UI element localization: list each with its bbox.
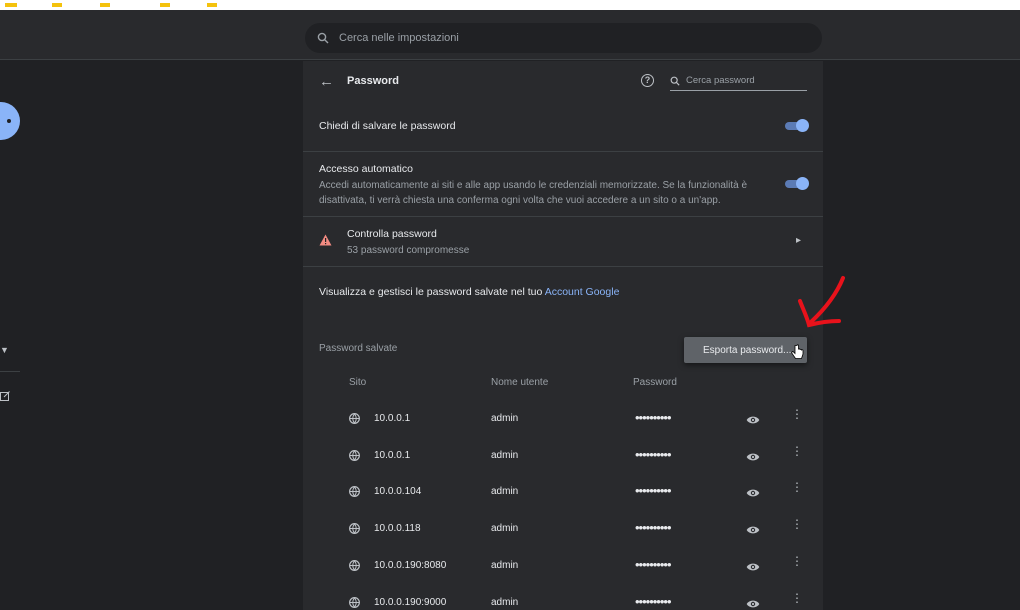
row-site[interactable]: 10.0.0.104 [374, 486, 421, 497]
check-passwords-sub: 53 password compromesse [347, 245, 470, 256]
row-username: admin [491, 596, 519, 608]
offer-to-save-toggle[interactable] [785, 119, 809, 132]
help-icon[interactable]: ? [641, 74, 654, 87]
more-actions-icon[interactable]: ⋮ [791, 592, 803, 604]
bookmark-folder-icon[interactable] [160, 3, 170, 7]
sidebar-divider [0, 371, 20, 372]
row-password-masked: •••••••••• [635, 483, 672, 499]
row-username: admin [491, 413, 519, 424]
column-header-password: Password [633, 377, 677, 388]
chevron-right-icon: ▸ [796, 235, 802, 246]
table-row: 10.0.0.190:9000 admin •••••••••• ⋮ [303, 585, 823, 610]
table-row: 10.0.0.1 admin •••••••••• ⋮ [303, 401, 823, 438]
show-password-eye-icon[interactable] [746, 486, 760, 501]
row-username: admin [491, 523, 519, 535]
more-actions-icon[interactable]: ⋮ [791, 481, 803, 493]
more-actions-icon[interactable]: ⋮ [791, 445, 803, 457]
row-password-masked: •••••••••• [635, 446, 672, 462]
settings-search-placeholder: Cerca nelle impostazioni [339, 32, 459, 44]
row-username: admin [491, 449, 519, 461]
more-actions-icon[interactable]: ⋮ [791, 408, 803, 420]
export-passwords-menu-item[interactable]: Esporta password... [684, 337, 807, 363]
more-actions-icon[interactable]: ⋮ [791, 518, 803, 530]
globe-icon [349, 559, 360, 574]
column-header-site: Sito [349, 377, 367, 388]
auto-signin-row[interactable]: Accesso automatico Accedi automaticament… [303, 152, 823, 216]
bookmark-folder-icon[interactable] [100, 3, 110, 7]
google-account-row: Visualizza e gestisci le password salvat… [303, 267, 823, 317]
row-password-masked: •••••••••• [635, 593, 672, 609]
column-header-username: Nome utente [491, 377, 549, 388]
row-password-masked: •••••••••• [635, 410, 672, 425]
table-row: 10.0.0.190:8080 admin •••••••••• ⋮ [303, 548, 823, 585]
password-search-placeholder: Cerca password [686, 75, 755, 86]
table-row: 10.0.0.104 admin •••••••••• ⋮ [303, 474, 823, 511]
show-password-eye-icon[interactable] [746, 560, 760, 575]
bookmark-folder-icon[interactable] [52, 3, 62, 7]
row-site[interactable]: 10.0.0.190:9000 [374, 597, 446, 608]
globe-icon [349, 485, 360, 500]
row-username: admin [491, 486, 519, 498]
row-site[interactable]: 10.0.0.1 [374, 413, 410, 424]
table-row: 10.0.0.118 admin •••••••••• ⋮ [303, 511, 823, 548]
auto-signin-description: Accedi automaticamente ai siti e alle ap… [319, 180, 748, 206]
globe-icon [349, 522, 360, 537]
more-actions-icon[interactable]: ⋮ [791, 555, 803, 567]
auto-signin-toggle[interactable] [785, 177, 809, 190]
avatar[interactable] [0, 102, 20, 140]
search-icon [670, 76, 680, 86]
check-passwords-label: Controlla password [347, 228, 437, 240]
bookmark-folder-icon[interactable] [207, 3, 217, 7]
bookmark-folder-icon[interactable] [5, 3, 17, 7]
google-account-prefix: Visualizza e gestisci le password salvat… [319, 286, 545, 298]
chevron-down-icon[interactable]: ▼ [0, 345, 9, 355]
bookmarks-bar [0, 0, 1020, 10]
export-passwords-label: Esporta password... [703, 344, 792, 356]
row-site[interactable]: 10.0.0.1 [374, 450, 410, 461]
show-password-eye-icon[interactable] [746, 413, 760, 428]
show-password-eye-icon[interactable] [746, 597, 760, 610]
annotation-arrow [798, 276, 845, 328]
table-row: 10.0.0.1 admin •••••••••• ⋮ [303, 438, 823, 475]
warning-icon [319, 234, 332, 246]
google-account-link[interactable]: Account Google [545, 286, 620, 298]
row-password-masked: •••••••••• [635, 556, 672, 572]
settings-search-input[interactable]: Cerca nelle impostazioni [305, 23, 822, 53]
search-icon [317, 32, 329, 44]
password-search-input[interactable]: Cerca password [670, 71, 807, 91]
passwords-card: ← Password ? Cerca password Chiedi di sa… [303, 61, 823, 610]
row-password-masked: •••••••••• [635, 520, 672, 536]
row-site[interactable]: 10.0.0.190:8080 [374, 560, 446, 571]
row-site[interactable]: 10.0.0.118 [374, 523, 421, 534]
show-password-eye-icon[interactable] [746, 450, 760, 465]
page-title: Password [347, 75, 399, 87]
back-arrow-icon[interactable]: ← [319, 73, 334, 90]
passwords-header: ← Password ? Cerca password [303, 61, 823, 101]
settings-toolbar: Cerca nelle impostazioni [0, 10, 1020, 60]
external-link-icon[interactable] [0, 389, 10, 404]
hand-cursor-icon [791, 344, 804, 359]
offer-to-save-row[interactable]: Chiedi di salvare le password [303, 101, 823, 151]
google-account-text: Visualizza e gestisci le password salvat… [319, 286, 619, 298]
row-username: admin [491, 559, 519, 571]
saved-passwords-heading: Password salvate [319, 343, 398, 354]
auto-signin-label: Accesso automatico [319, 163, 413, 175]
globe-icon [349, 412, 360, 427]
globe-icon [349, 449, 360, 464]
offer-to-save-label: Chiedi di salvare le password [319, 120, 456, 132]
check-passwords-row[interactable]: Controlla password 53 password compromes… [303, 217, 823, 266]
show-password-eye-icon[interactable] [746, 523, 760, 538]
globe-icon [349, 596, 360, 610]
